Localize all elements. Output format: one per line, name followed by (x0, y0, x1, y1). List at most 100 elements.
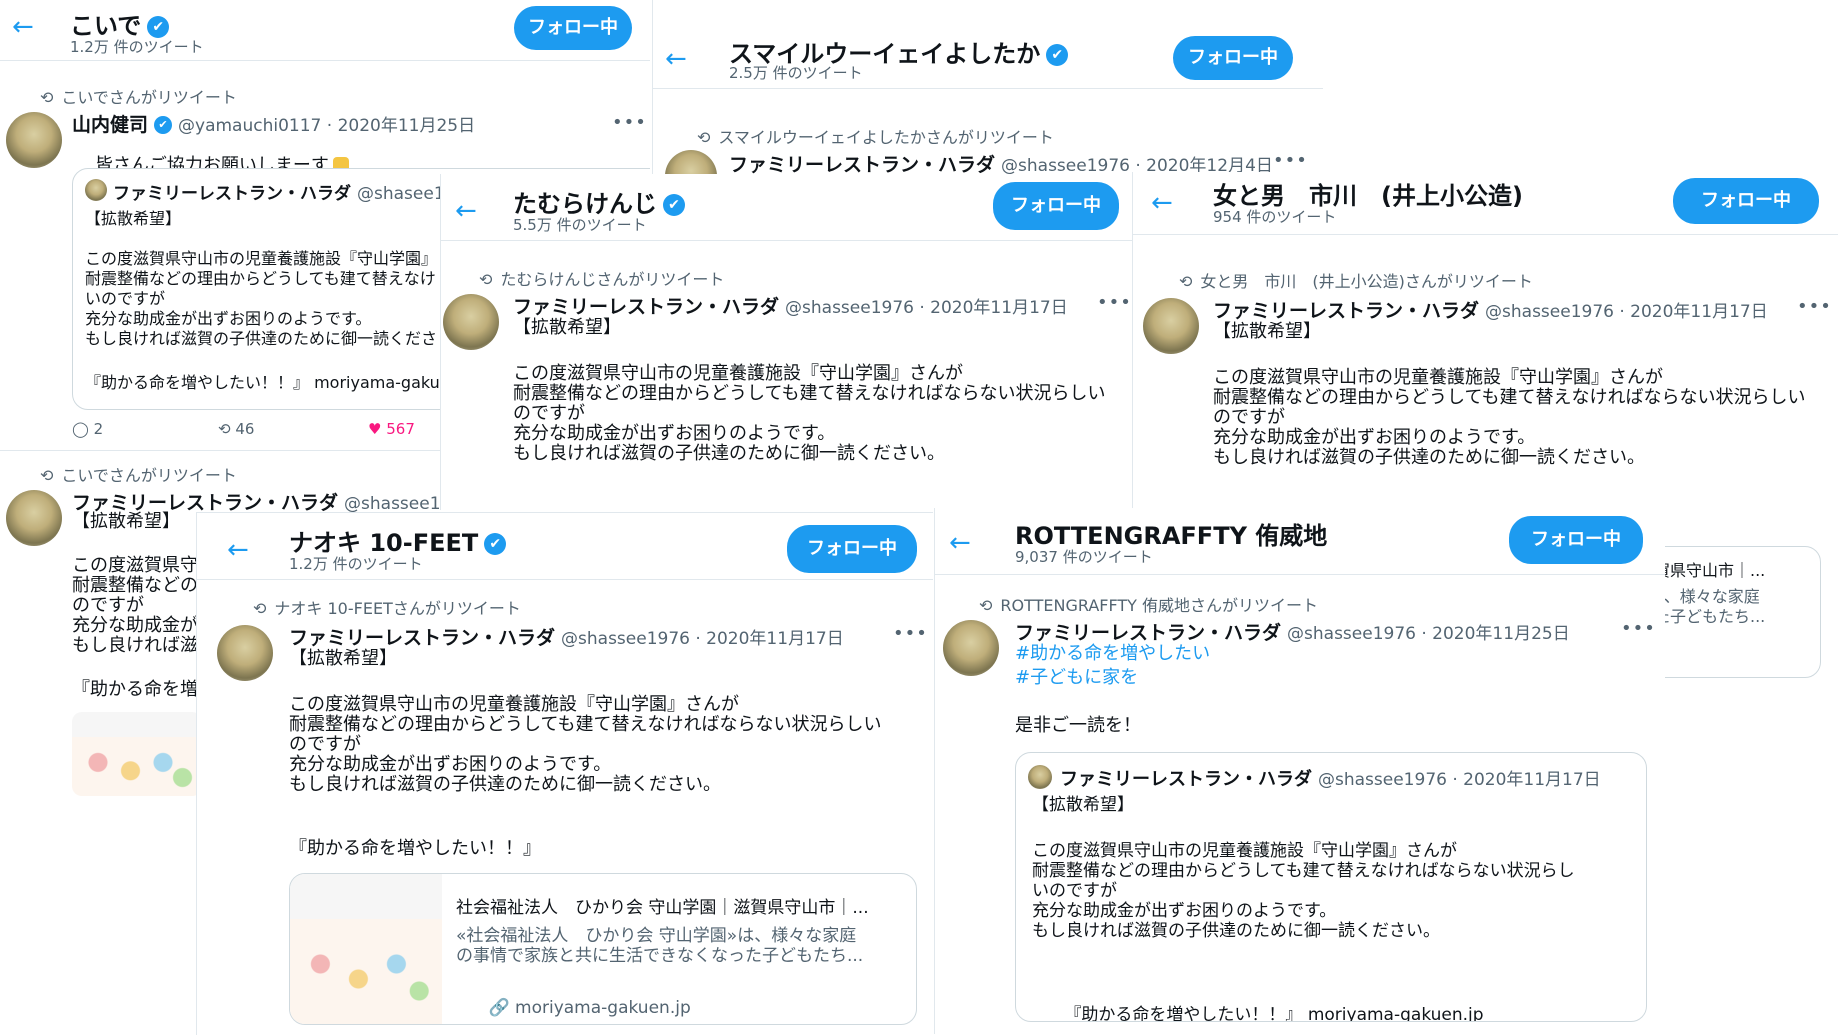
profile-header: ← スマイルウーイェイよしたか ✔ 2.5万 件のツイート フォロー中 (653, 0, 1323, 89)
link-card[interactable]: 社会福祉法人 ひかり会 守山学園｜滋賀県守山市｜... «社会福祉法人 ひかり会… (289, 873, 917, 1025)
following-button[interactable]: フォロー中 (514, 6, 632, 50)
retweet-icon: ⟲ (40, 466, 54, 485)
avatar[interactable] (1143, 298, 1199, 354)
retweeted-by: こいでさんがリツイート (61, 466, 237, 485)
avatar[interactable] (443, 294, 499, 350)
panel-tamura: ← たむらけんじ ✔ 5.5万 件のツイート フォロー中 ⟲ たむらけんじさんがリツ… (440, 174, 1141, 510)
more-icon[interactable]: ••• (1621, 618, 1656, 639)
back-arrow-icon[interactable]: ← (12, 14, 34, 40)
quoted-link[interactable]: 『助かる命を増やしたい！！』 moriyama-gakue (85, 373, 450, 393)
tweet-count: 954 件のツイート (1213, 208, 1337, 226)
retweet-icon: ⟲ (40, 88, 54, 107)
verified-icon: ✔ (1046, 44, 1069, 66)
profile-header: ← ROTTENGRAFFTY 侑威地 9,037 件のツイート フォロー中 (935, 508, 1665, 575)
retweet-icon: ⟲ (1179, 272, 1193, 291)
quoted-tag: 【拡散希望】 (1032, 795, 1134, 815)
retweet-icon[interactable]: ⟲ (218, 420, 231, 438)
panel-naoki: ← ナオキ 10-FEET ✔ 1.2万 件のツイート フォロー中 ⟲ ナオキ 10… (196, 512, 933, 1035)
author-name[interactable]: ファミリーレストラン・ハラダ (289, 627, 555, 649)
tweet-quote: 『助かる命を増やしたい！！』 (289, 838, 541, 859)
hashtag[interactable]: #子どもに家を (1015, 668, 1138, 688)
author-name[interactable]: ファミリーレストラン・ハラダ (729, 154, 995, 176)
more-icon[interactable]: ••• (1797, 296, 1832, 317)
avatar[interactable] (6, 490, 62, 546)
following-button[interactable]: フォロー中 (1173, 36, 1293, 80)
author-name[interactable]: 山内健司 (72, 114, 148, 136)
back-arrow-icon[interactable]: ← (665, 46, 687, 72)
tweet-quote: 『助かる命を増や (72, 679, 216, 700)
following-button[interactable]: フォロー中 (1509, 516, 1643, 564)
hashtag[interactable]: #助かる命を増やしたい (1015, 644, 1210, 664)
following-button[interactable]: フォロー中 (993, 182, 1119, 230)
retweeted-by: ROTTENGRAFFTY 侑威地さんがリツイート (1000, 596, 1319, 615)
quoted-site[interactable]: moriyama-gakuen.jp (1308, 1005, 1484, 1021)
back-arrow-icon[interactable]: ← (949, 530, 971, 556)
reply-icon[interactable]: ◯ (72, 420, 89, 438)
like-count: 567 (386, 420, 415, 438)
profile-header: ← たむらけんじ ✔ 5.5万 件のツイート フォロー中 (441, 174, 1141, 241)
author-handle-date[interactable]: @shassee1976 · 2020年11月17日 (561, 629, 844, 649)
tweet-tag: 【拡散希望】 (289, 648, 397, 669)
quoted-quote: 『助かる命を増やしたい！！』 (1064, 1005, 1303, 1022)
reply-count: 2 (93, 420, 104, 438)
more-icon[interactable]: ••• (893, 623, 928, 644)
tweet-text: この度滋賀県守山市の児童養護施設『守山学園』さんが 耐震整備などの理由からどうし… (289, 694, 882, 795)
tweet-text: この度滋賀県守山市の児童養護施設『守山学園』さんが 耐震整備などの理由からどうし… (513, 363, 1106, 464)
retweet-count: 46 (235, 420, 255, 438)
more-icon[interactable]: ••• (612, 112, 647, 133)
retweet-icon: ⟲ (253, 599, 267, 618)
verified-icon: ✔ (154, 116, 173, 134)
verified-icon: ✔ (147, 16, 170, 38)
link-card-title: 社会福祉法人 ひかり会 守山学園｜滋賀県守山市｜... (456, 898, 869, 918)
retweeted-by: スマイルウーイェイよしたかさんがリツイート (718, 128, 1054, 147)
avatar[interactable] (943, 620, 999, 676)
tweet-text: 是非ご一読を！ (1015, 715, 1141, 736)
following-button[interactable]: フォロー中 (787, 525, 917, 573)
tweet-count: 9,037 件のツイート (1015, 548, 1153, 566)
following-button[interactable]: フォロー中 (1673, 178, 1819, 224)
panel-smile: ← スマイルウーイェイよしたか ✔ 2.5万 件のツイート フォロー中 ⟲ スマイル… (652, 0, 1323, 180)
link-card-thumbnail (290, 874, 442, 1024)
retweeted-by: こいでさんがリツイート (61, 88, 237, 107)
quoted-tag: 【拡散希望】 (85, 209, 182, 228)
author-handle-date[interactable]: @yamauchi0117 · 2020年11月25日 (178, 116, 475, 136)
author-handle-date[interactable]: @shassee1976 · 2020年11月25日 (1287, 624, 1570, 644)
like-heart-icon[interactable]: ♥ (368, 420, 381, 438)
quoted-text: この度滋賀県守山市の児童養護施設『守山学園』 耐震整備などの理由からどうしても建… (85, 249, 438, 348)
author-handle-date[interactable]: @shassee1976 · 2020年11月17日 (1485, 302, 1768, 322)
tweet-tag: 【拡散希望】 (1213, 321, 1321, 342)
retweeted-by: ナオキ 10-FEETさんがリツイート (274, 599, 521, 618)
more-icon[interactable]: ••• (1097, 292, 1132, 313)
tweet-count: 2.5万 件のツイート (729, 64, 863, 82)
profile-header: ← 女と男 市川 (井上小公造) 954 件のツイート フォロー中 (1133, 172, 1838, 235)
quoted-avatar (1028, 765, 1052, 789)
retweet-icon: ⟲ (697, 128, 711, 147)
retweeted-by: 女と男 市川 (井上小公造)さんがリツイート (1200, 272, 1533, 291)
tweet-count: 5.5万 件のツイート (513, 216, 647, 234)
avatar[interactable] (217, 625, 273, 681)
quoted-avatar (85, 179, 107, 201)
quoted-tweet[interactable]: ファミリーレストラン・ハラダ @shassee1976 · 2020年11月17日… (1015, 752, 1647, 1022)
retweet-icon: ⟲ (979, 596, 993, 615)
quoted-handle-date: @shassee1976 · 2020年11月17日 (1318, 770, 1601, 790)
more-icon[interactable]: ••• (1273, 150, 1308, 171)
tweet-text: この度滋賀県守山市の児童養護施設『守山学園』さんが 耐震整備などの理由からどうし… (1213, 367, 1806, 468)
link-card-thumbnail[interactable] (72, 712, 202, 796)
tweet-text: この度滋賀県守山 耐震整備などの理 のですが 充分な助成金が出 もし良ければ滋賀 (72, 555, 216, 656)
profile-header: ← こいで ✔ 1.2万 件のツイート フォロー中 (0, 0, 650, 61)
retweeted-by: たむらけんじさんがリツイート (500, 270, 725, 289)
avatar[interactable] (6, 112, 62, 168)
profile-header: ← ナオキ 10-FEET ✔ 1.2万 件のツイート フォロー中 (197, 513, 933, 580)
back-arrow-icon[interactable]: ← (455, 198, 477, 224)
back-arrow-icon[interactable]: ← (227, 537, 249, 563)
link-icon: 🔗 (488, 998, 510, 1018)
back-arrow-icon[interactable]: ← (1151, 190, 1173, 216)
verified-icon: ✔ (663, 194, 685, 216)
author-name[interactable]: ファミリーレストラン・ハラダ (1213, 300, 1479, 322)
author-name[interactable]: ファミリーレストラン・ハラダ (513, 296, 779, 318)
quoted-author: ファミリーレストラン・ハラダ (113, 184, 351, 204)
author-name[interactable]: ファミリーレストラン・ハラダ (1015, 622, 1281, 644)
author-handle-date[interactable]: @shassee1976 · 2020年11月17日 (785, 298, 1068, 318)
tweet-tag: 【拡散希望】 (513, 317, 621, 338)
retweet-icon: ⟲ (479, 270, 493, 289)
